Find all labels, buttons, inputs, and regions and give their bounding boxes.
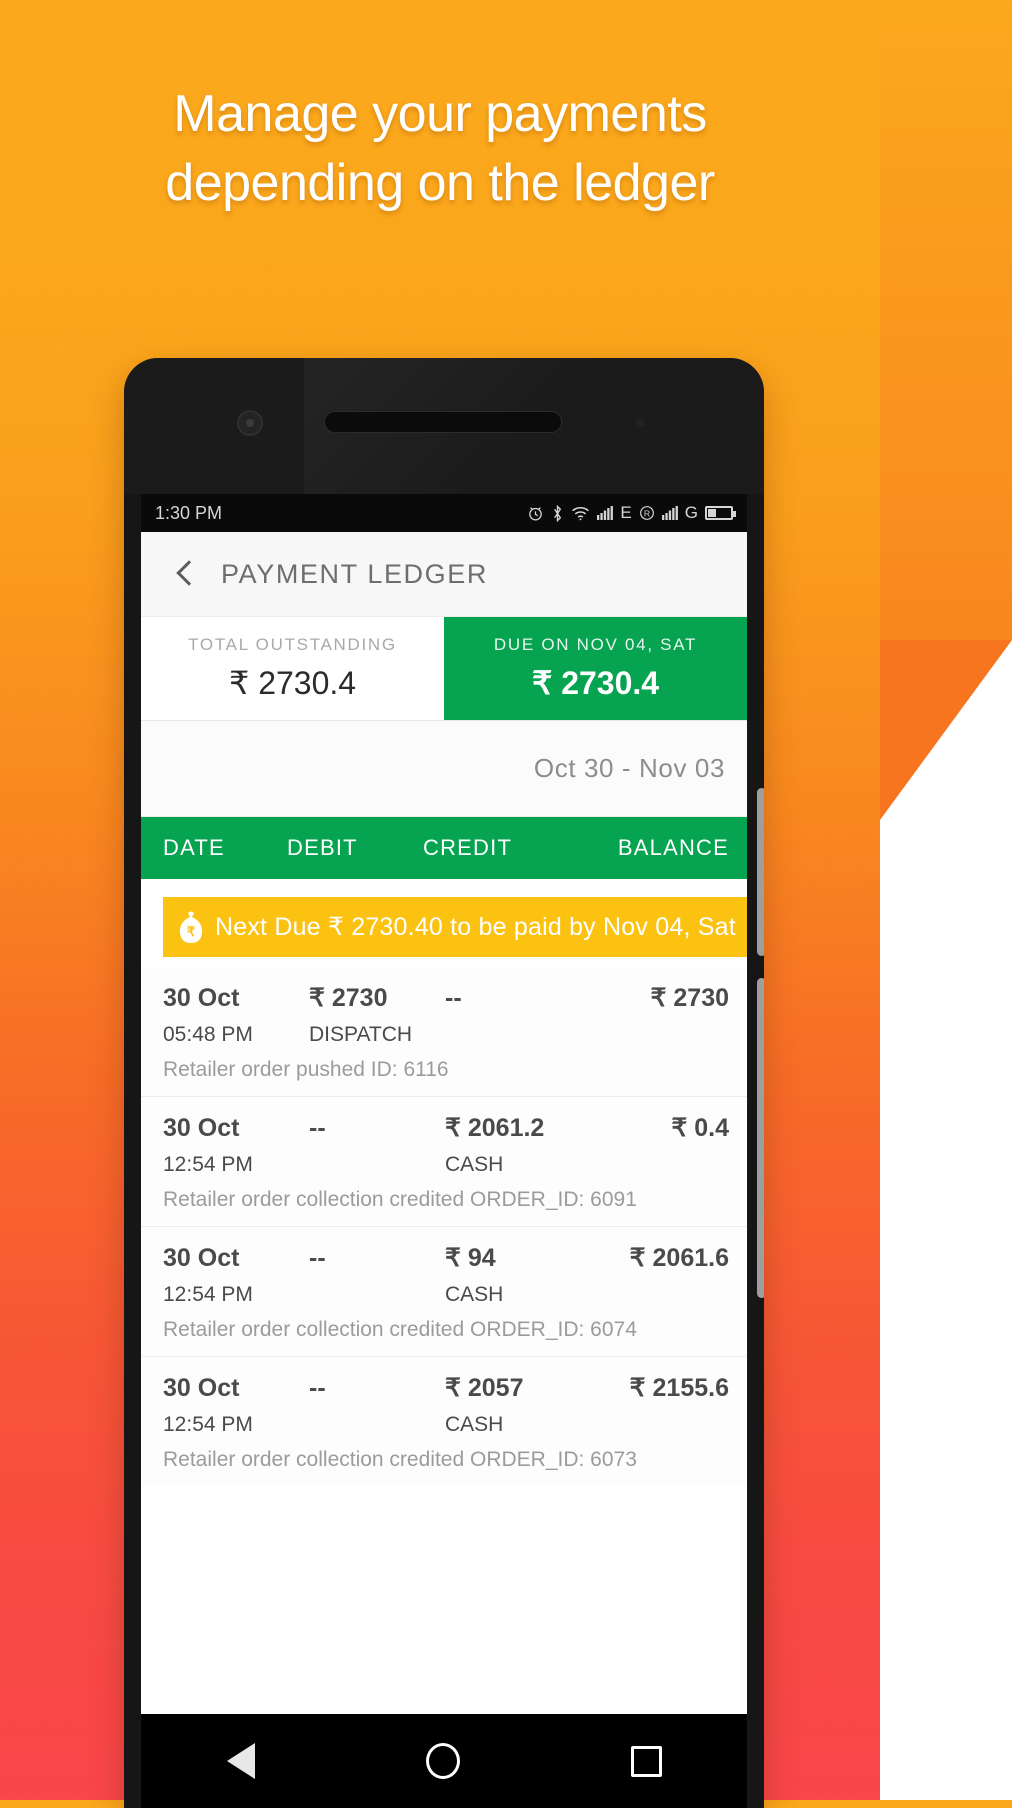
row-credit: ₹ 2057: [445, 1374, 524, 1402]
date-range-selector[interactable]: Oct 30 - Nov 03: [141, 721, 747, 817]
proximity-sensor-icon: [636, 418, 645, 427]
front-camera-icon: [237, 410, 263, 436]
svg-text:R: R: [644, 508, 650, 518]
next-due-banner[interactable]: ₹ Next Due ₹ 2730.40 to be paid by Nov 0…: [163, 897, 747, 957]
next-due-banner-text: Next Due ₹ 2730.40 to be paid by Nov 04,…: [215, 913, 736, 941]
signal-icon-2: [661, 506, 678, 520]
phone-top-bezel: [124, 358, 764, 494]
ledger-table-header: DATE DEBIT CREDIT BALANCE: [141, 817, 747, 879]
due-on-value: ₹ 2730.4: [531, 665, 660, 701]
row-date: 30 Oct: [163, 1373, 240, 1402]
battery-icon: [705, 506, 736, 520]
money-bag-rupee-icon: ₹: [175, 910, 207, 944]
total-outstanding-value: ₹ 2730.4: [228, 665, 357, 701]
row-primary-line: 30 Oct -- ₹ 94 ₹ 2061.6: [163, 1243, 747, 1273]
row-secondary-line: 12:54 PM CASH: [163, 1153, 747, 1177]
row-balance: ₹ 2061.6: [629, 1244, 729, 1272]
row-balance: ₹ 0.4: [671, 1114, 729, 1142]
table-row[interactable]: 30 Oct -- ₹ 2061.2 ₹ 0.4 12:54 PM CASH R…: [141, 1096, 747, 1226]
promo-headline-line2: depending on the ledger: [165, 154, 715, 213]
phone-screen: 1:30 PM E R G PAYMENT LEDGER TOTAL OUTST…: [141, 494, 747, 1808]
date-range-label: Oct 30 - Nov 03: [533, 753, 725, 783]
row-secondary-line: 12:54 PM CASH: [163, 1283, 747, 1307]
row-time: 12:54 PM: [163, 1153, 253, 1176]
row-debit: --: [309, 1113, 326, 1142]
total-outstanding-card[interactable]: TOTAL OUTSTANDING ₹ 2730.4: [141, 617, 444, 720]
network-type-edge-label: E: [620, 503, 632, 522]
row-date: 30 Oct: [163, 1243, 240, 1272]
column-header-debit: DEBIT: [287, 835, 358, 860]
row-time: 12:54 PM: [163, 1283, 253, 1306]
row-debit: ₹ 2730: [309, 984, 388, 1012]
nav-recents-square-icon[interactable]: [630, 1745, 662, 1777]
phone-device: 1:30 PM E R G PAYMENT LEDGER TOTAL OUTST…: [124, 358, 764, 1808]
row-description: Retailer order collection credited ORDER…: [163, 1188, 637, 1211]
earpiece-speaker: [324, 411, 562, 433]
row-primary-line: 30 Oct -- ₹ 2061.2 ₹ 0.4: [163, 1113, 747, 1143]
row-primary-line: 30 Oct ₹ 2730 -- ₹ 2730: [163, 983, 747, 1013]
due-on-label: DUE ON NOV 04, SAT: [493, 635, 698, 654]
scrollbar-thumb-upper[interactable]: [757, 788, 764, 956]
background-orange-triangle: [880, 640, 1012, 820]
android-navigation-bar: [141, 1714, 747, 1808]
next-due-banner-wrap: ₹ Next Due ₹ 2730.40 to be paid by Nov 0…: [141, 879, 747, 967]
row-mode: CASH: [445, 1283, 504, 1306]
status-time: 1:30 PM: [155, 502, 223, 523]
ledger-rows: 30 Oct ₹ 2730 -- ₹ 2730 05:48 PM DISPATC…: [141, 967, 747, 1486]
row-time: 12:54 PM: [163, 1413, 253, 1436]
row-mode: CASH: [445, 1413, 504, 1436]
signal-icon: [597, 506, 614, 520]
table-row[interactable]: 30 Oct ₹ 2730 -- ₹ 2730 05:48 PM DISPATC…: [141, 967, 747, 1096]
promo-headline-line1: Manage your payments: [173, 85, 707, 143]
row-secondary-line: 12:54 PM CASH: [163, 1413, 747, 1437]
table-row[interactable]: 30 Oct -- ₹ 94 ₹ 2061.6 12:54 PM CASH Re…: [141, 1226, 747, 1356]
row-description: Retailer order collection credited ORDER…: [163, 1318, 637, 1341]
row-date: 30 Oct: [163, 1113, 240, 1142]
column-header-date: DATE: [163, 835, 225, 860]
row-primary-line: 30 Oct -- ₹ 2057 ₹ 2155.6: [163, 1373, 747, 1403]
row-debit: --: [309, 1243, 326, 1272]
row-balance: ₹ 2155.6: [629, 1374, 729, 1402]
table-row[interactable]: 30 Oct -- ₹ 2057 ₹ 2155.6 12:54 PM CASH …: [141, 1356, 747, 1486]
summary-cards: TOTAL OUTSTANDING ₹ 2730.4 DUE ON NOV 04…: [141, 617, 747, 721]
column-header-balance: BALANCE: [617, 835, 729, 860]
row-debit: --: [309, 1373, 326, 1402]
alarm-icon: [529, 506, 543, 521]
row-credit: ₹ 94: [445, 1244, 496, 1272]
row-mode: DISPATCH: [309, 1023, 413, 1046]
android-status-bar: 1:30 PM E R G: [141, 494, 747, 532]
app-bar: PAYMENT LEDGER: [141, 532, 747, 617]
row-balance: ₹ 2730: [650, 984, 729, 1012]
row-date: 30 Oct: [163, 983, 240, 1012]
wifi-icon: [572, 506, 590, 520]
page-title: PAYMENT LEDGER: [221, 558, 488, 589]
row-secondary-line: 05:48 PM DISPATCH: [163, 1023, 747, 1047]
background-orange-panel: [880, 0, 1012, 640]
row-credit: --: [445, 983, 462, 1012]
nav-home-circle-icon[interactable]: [425, 1743, 460, 1779]
promo-headline: Manage your payments depending on the le…: [0, 80, 880, 218]
row-mode: CASH: [445, 1153, 504, 1176]
back-arrow-icon[interactable]: [169, 557, 203, 591]
nav-back-triangle-icon[interactable]: [226, 1743, 255, 1779]
roaming-icon: R: [639, 506, 654, 520]
bluetooth-icon: [554, 504, 562, 522]
status-icon-group: E R G: [527, 503, 736, 523]
row-description: Retailer order pushed ID: 6116: [163, 1058, 449, 1081]
scrollbar-thumb-lower[interactable]: [757, 978, 764, 1298]
row-credit: ₹ 2061.2: [445, 1114, 545, 1142]
row-description: Retailer order collection credited ORDER…: [163, 1448, 637, 1471]
column-header-credit: CREDIT: [423, 835, 513, 860]
svg-text:₹: ₹: [187, 924, 196, 939]
network-type-gprs-label: G: [684, 503, 698, 522]
total-outstanding-label: TOTAL OUTSTANDING: [188, 635, 397, 654]
due-on-card[interactable]: DUE ON NOV 04, SAT ₹ 2730.4: [444, 617, 747, 720]
row-time: 05:48 PM: [163, 1023, 253, 1046]
